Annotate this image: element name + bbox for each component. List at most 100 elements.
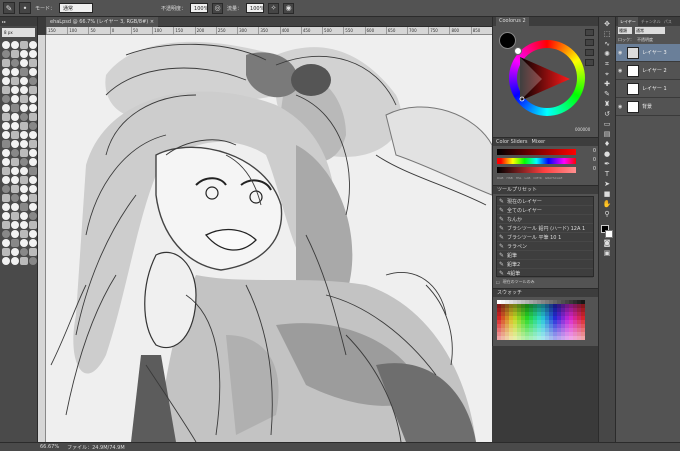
flow-field[interactable]: 100%: [246, 3, 264, 13]
brush-tip[interactable]: [29, 239, 37, 247]
type-tool-icon[interactable]: T: [602, 170, 613, 179]
brush-tip[interactable]: [11, 158, 19, 166]
saturation-triangle[interactable]: [512, 55, 574, 105]
brush-tip[interactable]: [11, 149, 19, 157]
brush-tip[interactable]: [29, 194, 37, 202]
brush-tip[interactable]: [29, 113, 37, 121]
eye-icon[interactable]: ◉: [618, 68, 624, 74]
brush-tip[interactable]: [29, 221, 37, 229]
brush-tip[interactable]: [20, 59, 28, 67]
brush-tip[interactable]: [29, 149, 37, 157]
eraser-tool-icon[interactable]: ▭: [602, 120, 613, 129]
brush-tip[interactable]: [20, 203, 28, 211]
brush-tip[interactable]: [2, 203, 10, 211]
brush-tip[interactable]: [20, 50, 28, 58]
layer-row[interactable]: レイヤー 1: [616, 80, 680, 98]
list-item[interactable]: ✎ 4鉛筆: [497, 269, 593, 278]
list-item[interactable]: ✎ ララペン: [497, 242, 593, 251]
pressure-opacity-icon[interactable]: ◎: [212, 2, 224, 14]
panel-menu-icon[interactable]: [585, 29, 594, 36]
mode-rgb[interactable]: RGB: [497, 176, 503, 180]
brush-tip[interactable]: [29, 212, 37, 220]
list-item[interactable]: ✎ なんか: [497, 215, 593, 224]
brush-tip[interactable]: [20, 131, 28, 139]
brush-tip[interactable]: [20, 95, 28, 103]
slider-channel-1[interactable]: 0: [497, 148, 596, 155]
background-color-chip[interactable]: [605, 230, 613, 238]
swatch[interactable]: [581, 336, 585, 340]
layer-row[interactable]: ◉ レイヤー 2: [616, 62, 680, 80]
shape-tool-icon[interactable]: ■: [602, 190, 613, 199]
healing-brush-icon[interactable]: ✚: [602, 80, 613, 89]
blur-tool-icon[interactable]: ♦: [602, 140, 613, 149]
brush-tip[interactable]: [29, 230, 37, 238]
mode-hsb[interactable]: HSB: [506, 176, 512, 180]
brush-tip[interactable]: [2, 50, 10, 58]
brush-tip[interactable]: [2, 185, 10, 193]
background-color-swatch[interactable]: [514, 47, 522, 55]
brush-tip[interactable]: [29, 167, 37, 175]
brush-tip[interactable]: [2, 131, 10, 139]
layer-kind-filter[interactable]: 種類: [618, 27, 632, 34]
checkbox-icon[interactable]: ☐: [496, 280, 500, 285]
brush-tip[interactable]: [20, 221, 28, 229]
brush-tip[interactable]: [20, 158, 28, 166]
gamut-icon[interactable]: [585, 49, 594, 56]
brush-tip[interactable]: [2, 248, 10, 256]
brush-tip[interactable]: [11, 176, 19, 184]
tab-channels[interactable]: チャンネル: [641, 17, 661, 26]
crop-tool-icon[interactable]: ⌗: [602, 60, 613, 69]
brush-tip[interactable]: [2, 77, 10, 85]
brush-tip[interactable]: [20, 239, 28, 247]
screen-mode-icon[interactable]: ▣: [602, 249, 613, 258]
brush-tip[interactable]: [2, 167, 10, 175]
layer-row[interactable]: ◉ レイヤー 3: [616, 44, 680, 62]
brush-tip[interactable]: [2, 158, 10, 166]
brush-tip[interactable]: [11, 239, 19, 247]
blend-mode-dropdown[interactable]: 通常: [635, 27, 665, 34]
mode-cmyk[interactable]: CMYK: [533, 176, 541, 180]
brush-tip[interactable]: [20, 230, 28, 238]
brush-tip[interactable]: [2, 140, 10, 148]
list-item[interactable]: ✎ 鉛筆: [497, 251, 593, 260]
list-item[interactable]: ✎ ブラシツール 鉛円 (ハード) 12A 1: [497, 224, 593, 233]
brush-tip[interactable]: [20, 257, 28, 265]
list-item[interactable]: ✎ ブラシツール 平筆 10 1: [497, 233, 593, 242]
brush-tip[interactable]: [20, 140, 28, 148]
brush-tip[interactable]: [11, 122, 19, 130]
brush-tip[interactable]: [11, 248, 19, 256]
brush-tip[interactable]: [2, 41, 10, 49]
zoom-tool-icon[interactable]: ⚲: [602, 210, 613, 219]
stamp-tool-icon[interactable]: ♜: [602, 100, 613, 109]
brush-tip[interactable]: [20, 113, 28, 121]
history-brush-icon[interactable]: ↺: [602, 110, 613, 119]
brush-tip[interactable]: [11, 50, 19, 58]
brush-tip[interactable]: [11, 68, 19, 76]
brush-tip[interactable]: [29, 77, 37, 85]
opacity-field[interactable]: 100%: [190, 3, 208, 13]
brush-tip[interactable]: [29, 140, 37, 148]
brush-tip[interactable]: [11, 95, 19, 103]
brush-tip[interactable]: [29, 95, 37, 103]
brush-tip[interactable]: [20, 185, 28, 193]
brush-tip[interactable]: [2, 95, 10, 103]
slider-value-3[interactable]: 0: [593, 166, 596, 172]
quick-select-icon[interactable]: ✺: [602, 50, 613, 59]
brush-tip[interactable]: [29, 68, 37, 76]
list-item[interactable]: ✎ 鉛筆2: [497, 260, 593, 269]
brush-tip[interactable]: [20, 167, 28, 175]
mode-grayscale[interactable]: GRAYSCALE: [545, 176, 563, 180]
layer-row[interactable]: ◉ 背景: [616, 98, 680, 116]
brush-tip[interactable]: [29, 41, 37, 49]
brush-tip[interactable]: [11, 212, 19, 220]
document-canvas[interactable]: [46, 35, 492, 442]
eye-icon[interactable]: ◉: [618, 50, 624, 56]
brush-tip[interactable]: [11, 203, 19, 211]
brush-tip[interactable]: [29, 86, 37, 94]
foreground-color-swatch[interactable]: [499, 32, 516, 49]
brush-tip[interactable]: [29, 248, 37, 256]
brush-tip[interactable]: [2, 212, 10, 220]
brush-preset-picker[interactable]: •: [19, 2, 31, 14]
brush-tip[interactable]: [2, 176, 10, 184]
list-item[interactable]: ✎ 全てのレイヤー: [497, 206, 593, 215]
